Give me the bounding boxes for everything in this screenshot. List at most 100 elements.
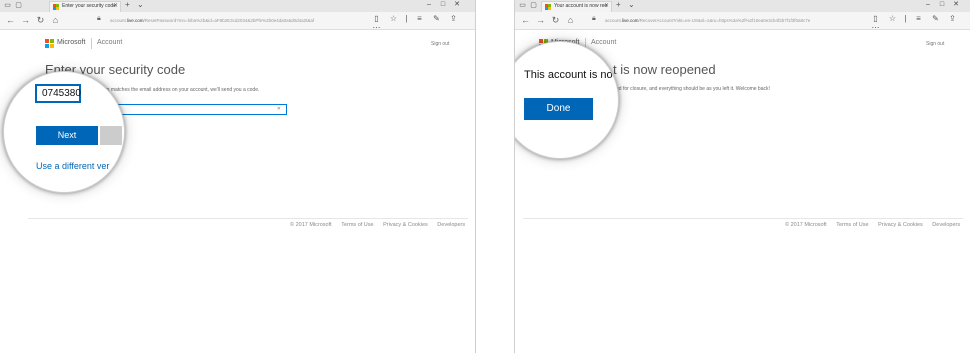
- web-note-icon[interactable]: ✎: [428, 14, 445, 23]
- tab-preview-icon[interactable]: ▭: [518, 1, 527, 10]
- toolbar-divider: |: [405, 14, 408, 23]
- header-divider: [91, 38, 92, 49]
- tab-title: Your account is now reo: [554, 3, 608, 9]
- url-prefix: account.: [110, 18, 128, 23]
- lock-icon: 🔒︎: [592, 15, 596, 22]
- sign-out-link[interactable]: Sign out: [431, 41, 449, 47]
- footer-copyright: © 2017 Microsoft: [290, 222, 332, 228]
- ms-account-header: Microsoft Account Sign out: [45, 37, 460, 51]
- footer-divider: [523, 218, 963, 219]
- footer-link-terms[interactable]: Terms of Use: [836, 222, 868, 228]
- hub-icon[interactable]: ≡: [910, 14, 927, 23]
- more-icon[interactable]: ⋯: [867, 23, 884, 32]
- maximize-icon[interactable]: □: [935, 1, 949, 8]
- close-tab-icon[interactable]: ✕: [113, 2, 118, 9]
- favorite-star-icon[interactable]: ☆: [884, 14, 901, 23]
- refresh-icon[interactable]: ↻: [33, 15, 48, 26]
- nav-buttons: ← → ↻ ⌂: [3, 15, 63, 26]
- more-icon[interactable]: ⋯: [368, 23, 385, 32]
- confirmation-text: ed for closure, and everything should be…: [616, 86, 770, 92]
- footer-link-terms[interactable]: Terms of Use: [341, 222, 373, 228]
- window-controls: – □ ✕: [921, 0, 963, 8]
- footer-link-developers[interactable]: Developers: [932, 222, 960, 228]
- page-title: t is now reopened: [613, 62, 716, 77]
- footer-link-privacy[interactable]: Privacy & Cookies: [383, 222, 428, 228]
- tab-bar: ▭ ▢ Your account is now reo ✕ + ⌄ – □ ✕: [515, 0, 970, 12]
- footer-copyright: © 2017 Microsoft: [785, 222, 827, 228]
- share-icon[interactable]: ⇪: [944, 14, 961, 23]
- maximize-icon[interactable]: □: [436, 1, 450, 8]
- window-controls: – □ ✕: [422, 0, 464, 8]
- tab-restore-icon[interactable]: ▢: [529, 1, 538, 10]
- security-code-field-bg[interactable]: ✕: [100, 104, 287, 115]
- chevron-down-icon[interactable]: ⌄: [137, 0, 144, 9]
- security-code-input[interactable]: 0745380: [35, 84, 81, 103]
- microsoft-logo-icon[interactable]: [45, 39, 54, 48]
- footer-divider: [28, 218, 468, 219]
- sign-out-link[interactable]: Sign out: [926, 41, 944, 47]
- footer-link-privacy[interactable]: Privacy & Cookies: [878, 222, 923, 228]
- chevron-down-icon[interactable]: ⌄: [628, 0, 635, 9]
- close-tab-icon[interactable]: ✕: [604, 2, 609, 9]
- forward-icon[interactable]: →: [533, 15, 548, 25]
- tab-preview-icon[interactable]: ▭: [3, 1, 12, 10]
- toolbar-divider: |: [904, 14, 907, 23]
- tab-title: Enter your security code: [62, 3, 116, 9]
- url-prefix: account.: [605, 18, 623, 23]
- url-field[interactable]: account.live.com/RecoverAccount?mkt=en-U…: [605, 15, 867, 26]
- footer: © 2017 Microsoft Terms of Use Privacy & …: [785, 222, 960, 228]
- hub-icon[interactable]: ≡: [411, 14, 428, 23]
- new-tab-icon[interactable]: +: [125, 0, 130, 9]
- back-button-partial[interactable]: [100, 126, 122, 145]
- share-icon[interactable]: ⇪: [445, 14, 462, 23]
- address-bar: ← → ↻ ⌂ 🔒︎ account.live.com/ResetPassword?m…: [0, 12, 475, 32]
- account-reopened-message: This account is no: [524, 69, 613, 81]
- tab-restore-icon[interactable]: ▢: [14, 1, 23, 10]
- nav-buttons: ← → ↻ ⌂: [518, 15, 578, 26]
- url-field[interactable]: account.live.com/ResetPassword?mn=hiba%2…: [110, 15, 368, 26]
- account-label: Account: [591, 39, 617, 46]
- browser-window-right: ▭ ▢ Your account is now reo ✕ + ⌄ – □ ✕ ← →…: [514, 0, 970, 353]
- refresh-icon[interactable]: ↻: [548, 15, 563, 26]
- close-window-icon[interactable]: ✕: [949, 0, 963, 8]
- minimize-icon[interactable]: –: [921, 1, 935, 8]
- favorite-star-icon[interactable]: ☆: [385, 14, 402, 23]
- next-button[interactable]: Next: [36, 126, 98, 145]
- url-domain: live.com: [622, 18, 639, 23]
- microsoft-favicon-icon: [53, 4, 59, 10]
- reading-view-icon[interactable]: ▯: [867, 14, 884, 23]
- browser-tab-active[interactable]: Your account is now reo ✕: [541, 1, 612, 12]
- back-icon[interactable]: ←: [518, 15, 533, 25]
- web-note-icon[interactable]: ✎: [927, 14, 944, 23]
- home-icon[interactable]: ⌂: [563, 15, 578, 25]
- browser-tab-active[interactable]: Enter your security code ✕: [49, 1, 121, 12]
- microsoft-brand: Microsoft: [57, 39, 86, 46]
- home-icon[interactable]: ⌂: [48, 15, 63, 25]
- url-path: /ResetPassword?mn=hiba%2b&id=aF8b2E3cd20…: [143, 18, 315, 23]
- tab-bar: ▭ ▢ Enter your security code ✕ + ⌄ – □ ✕: [0, 0, 475, 12]
- footer: © 2017 Microsoft Terms of Use Privacy & …: [290, 222, 465, 228]
- browser-window-left: ▭ ▢ Enter your security code ✕ + ⌄ – □ ✕ ←…: [0, 0, 476, 353]
- back-icon[interactable]: ←: [3, 15, 18, 25]
- magnifier-left: 0745380 Next Use a different ver: [3, 71, 125, 193]
- account-label: Account: [97, 39, 123, 46]
- close-window-icon[interactable]: ✕: [450, 0, 464, 8]
- url-domain: live.com: [127, 18, 144, 23]
- reading-view-icon[interactable]: ▯: [368, 14, 385, 23]
- url-path: /RecoverAccount?mkt=en-US&sl=1&ru=https%…: [638, 18, 811, 23]
- instruction-text: com matches the email address on your ac…: [100, 87, 260, 93]
- done-button[interactable]: Done: [524, 98, 593, 120]
- toolbar-icons: ▯ ☆ | ≡ ✎ ⇪ ⋯: [867, 14, 970, 32]
- forward-icon[interactable]: →: [18, 15, 33, 25]
- microsoft-favicon-icon: [545, 4, 551, 10]
- clear-input-icon[interactable]: ✕: [277, 106, 281, 112]
- footer-link-developers[interactable]: Developers: [437, 222, 465, 228]
- magnifier-right: This account is no Done: [515, 41, 619, 159]
- lock-icon: 🔒︎: [97, 15, 101, 22]
- use-different-verification-link[interactable]: Use a different ver: [36, 161, 109, 171]
- minimize-icon[interactable]: –: [422, 1, 436, 8]
- new-tab-icon[interactable]: +: [616, 0, 621, 9]
- ms-account-header: Microsoft Account Sign out: [539, 37, 954, 51]
- toolbar-icons: ▯ ☆ | ≡ ✎ ⇪ ⋯: [368, 14, 475, 32]
- address-bar: ← → ↻ ⌂ 🔒︎ account.live.com/RecoverAccount?…: [515, 12, 970, 32]
